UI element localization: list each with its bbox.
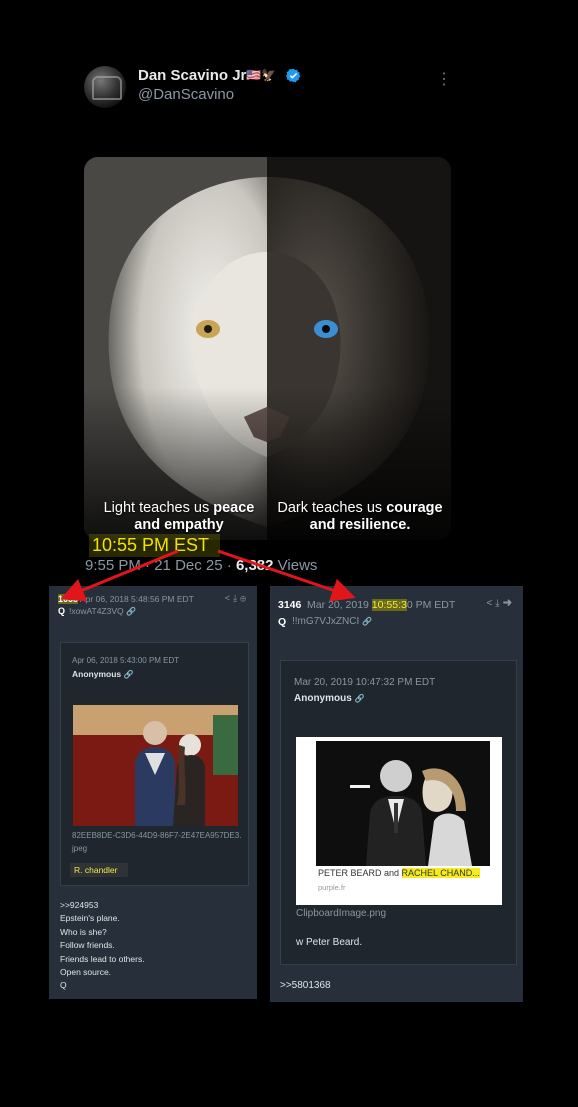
name-emoji-flags: 🇺🇸🦅	[246, 68, 276, 82]
caption-highlight: RACHEL CHAND...	[401, 868, 480, 878]
post-date: Mar 20, 2019 10:55:30 PM EDT	[307, 599, 456, 611]
body-line: Friends lead to others.	[60, 953, 145, 964]
post-body: >>924953 Epstein's plane. Who is she? Fo…	[60, 899, 145, 993]
quoted-body: w Peter Beard.	[296, 937, 363, 948]
bw-photo	[316, 741, 490, 866]
attachment-filename[interactable]: 82EEB8DE-C3D6-44D9-86F7-2E47EA957DE3.jpe…	[72, 829, 242, 855]
link-icon[interactable]: 🔗	[355, 694, 365, 703]
plane-cabin-photo	[73, 705, 238, 826]
caption-light: Light teaches us peace and empathy	[103, 500, 255, 533]
attached-image-card[interactable]: PETER BEARD and RACHEL CHAND... purple.f…	[296, 737, 502, 905]
reply-link[interactable]: >>924953	[60, 899, 145, 912]
quoted-date: Mar 20, 2019 10:47:32 PM EDT	[294, 677, 436, 688]
tweet-date[interactable]: 21 Dec 25	[154, 557, 222, 574]
meta-separator: ·	[140, 557, 155, 574]
q-label: Q	[58, 606, 66, 616]
body-line: Q	[60, 980, 67, 991]
body-line: Who is she?	[60, 926, 107, 937]
bw-photo-illustration	[316, 741, 490, 866]
quoted-post: Apr 06, 2018 5:43:00 PM EDT Anonymous 🔗 …	[60, 642, 249, 886]
quoted-author: Anonymous 🔗	[72, 669, 134, 679]
image-source: purple.fr	[318, 883, 346, 892]
post-date: Apr 06, 2018 5:48:56 PM EDT	[80, 594, 194, 604]
reply-link[interactable]: >>5801368	[280, 980, 331, 991]
image-caption: PETER BEARD and RACHEL CHAND...	[318, 868, 480, 878]
views-label: Views	[273, 557, 318, 574]
link-icon[interactable]: 🔗	[126, 607, 136, 616]
lion-image[interactable]: Light teaches us peace and empathy Dark …	[84, 157, 451, 540]
q-post-right: 3146 Mar 20, 2019 10:55:30 PM EDT <⤓➜ Q …	[270, 586, 523, 1002]
name-tag: R. chandler	[70, 863, 128, 877]
caption-dark: Dark teaches us courage and resilience.	[277, 500, 443, 533]
post-action-icons[interactable]: <⤓⊕	[225, 593, 249, 604]
tripcode: !!mG7VJxZNCI 🔗	[292, 616, 372, 627]
est-annotation: 10:55 PM EST	[92, 535, 210, 555]
post-number[interactable]: 1055	[58, 594, 79, 604]
body-line: Epstein's plane.	[60, 913, 120, 924]
attached-photo[interactable]	[73, 705, 238, 826]
link-icon[interactable]: 🔗	[124, 670, 134, 679]
body-line: Follow friends.	[60, 940, 115, 951]
tweet-time[interactable]: 9:55 PM	[85, 557, 141, 574]
quoted-date: Apr 06, 2018 5:43:00 PM EDT	[72, 656, 180, 665]
attachment-filename[interactable]: ClipboardImage.png	[296, 908, 386, 919]
avatar[interactable]	[84, 66, 126, 108]
tweet-meta: 9:55 PM · 21 Dec 25 · 6,382 Views	[85, 557, 318, 574]
views-count: 6,382	[235, 557, 274, 574]
tripcode: !xowAT4Z3VQ 🔗	[69, 606, 136, 616]
q-post-left: 1055 Apr 06, 2018 5:48:56 PM EDT <⤓⊕ Q !…	[49, 586, 257, 999]
quoted-post: Mar 20, 2019 10:47:32 PM EDT Anonymous 🔗…	[280, 660, 517, 965]
post-action-icons[interactable]: <⤓➜	[486, 598, 515, 609]
post-number[interactable]: 3146	[278, 599, 301, 611]
body-line: Open source.	[60, 967, 112, 978]
display-name[interactable]: Dan Scavino Jr.	[138, 67, 250, 84]
user-handle[interactable]: @DanScavino	[138, 86, 234, 103]
more-vertical-icon[interactable]: ⋮	[436, 70, 452, 90]
verified-badge-icon	[286, 68, 301, 83]
time-highlight: 10:55:3	[371, 599, 407, 611]
quoted-author: Anonymous 🔗	[294, 693, 365, 704]
link-icon[interactable]: 🔗	[362, 617, 372, 626]
q-label: Q	[278, 616, 287, 628]
lion-illustration	[84, 157, 451, 540]
